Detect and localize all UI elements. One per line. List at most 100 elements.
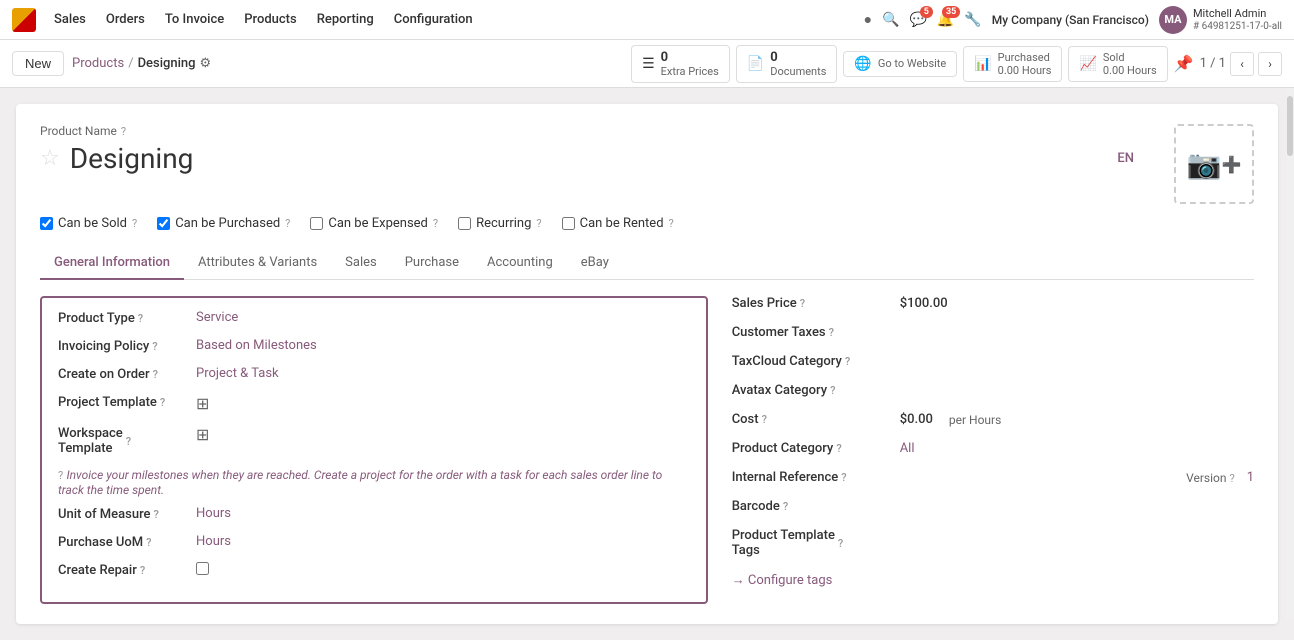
breadcrumb-products[interactable]: Products	[72, 56, 124, 71]
unit-of-measure-help-icon[interactable]: ?	[154, 508, 159, 521]
company-name: My Company (San Francisco)	[992, 13, 1149, 27]
invoicing-policy-row: Invoicing Policy ? Based on Milestones	[58, 338, 690, 354]
tab-accounting[interactable]: Accounting	[473, 247, 567, 280]
app-logo[interactable]	[12, 8, 36, 32]
product-category-row: Product Category ? All	[732, 441, 1254, 456]
tab-content: Product Type ? Service Invoicing Policy …	[40, 280, 1254, 604]
invoicing-policy-value[interactable]: Based on Milestones	[196, 338, 317, 353]
taxcloud-category-row: TaxCloud Category ?	[732, 354, 1254, 369]
purchase-uom-value[interactable]: Hours	[196, 534, 231, 549]
can-be-expensed-checkbox[interactable]: Can be Expensed ?	[310, 216, 438, 231]
cost-per-unit: per Hours	[949, 413, 1001, 427]
customer-taxes-help-icon[interactable]: ?	[829, 326, 834, 339]
go-to-website-label: Go to Website	[878, 57, 946, 70]
settings-gear-icon[interactable]: ⚙	[200, 56, 212, 71]
product-name-help-icon[interactable]: ?	[121, 125, 126, 138]
can-be-rented-checkbox[interactable]: Can be Rented ?	[562, 216, 674, 231]
can-be-purchased-checkbox[interactable]: Can be Purchased ?	[157, 216, 290, 231]
documents-button[interactable]: 📄 0 Documents	[736, 45, 838, 83]
search-icon[interactable]: 🔍	[882, 12, 899, 28]
settings-icon[interactable]: 🔧	[964, 12, 981, 28]
create-on-order-help-icon[interactable]: ?	[153, 368, 158, 381]
create-repair-help-icon[interactable]: ?	[140, 564, 145, 577]
breadcrumb: Products / Designing ⚙	[72, 56, 211, 71]
recurring-help-icon[interactable]: ?	[536, 217, 541, 230]
nav-configuration[interactable]: Configuration	[392, 12, 475, 27]
product-image[interactable]: 📷➕	[1174, 124, 1254, 204]
discuss-icon[interactable]: 💬5	[909, 12, 926, 28]
version-help-icon[interactable]: ?	[1229, 472, 1234, 485]
go-to-website-button[interactable]: 🌐 Go to Website	[843, 51, 957, 77]
product-title[interactable]: Designing	[70, 142, 194, 175]
barcode-label: Barcode ?	[732, 499, 892, 514]
configure-tags-link[interactable]: → Configure tags	[732, 572, 1254, 588]
extra-prices-button[interactable]: ☰ 0 Extra Prices	[631, 45, 730, 83]
internal-reference-help-icon[interactable]: ?	[841, 471, 846, 484]
product-template-tags-row: Product TemplateTags ?	[732, 528, 1254, 558]
can-be-sold-checkbox[interactable]: Can be Sold ?	[40, 216, 137, 231]
workspace-template-help-icon[interactable]: ?	[126, 435, 131, 448]
recurring-checkbox[interactable]: Recurring ?	[458, 216, 542, 231]
tab-purchase[interactable]: Purchase	[391, 247, 473, 280]
avatax-category-help-icon[interactable]: ?	[830, 384, 835, 397]
taxcloud-category-help-icon[interactable]: ?	[845, 355, 850, 368]
product-type-value[interactable]: Service	[196, 310, 238, 325]
can-be-rented-help-icon[interactable]: ?	[669, 217, 674, 230]
bell-icon[interactable]: 🔔35	[937, 12, 954, 28]
create-on-order-label: Create on Order ?	[58, 366, 188, 382]
create-repair-checkbox[interactable]	[196, 562, 209, 575]
product-header-left: Product Name ? ☆ Designing EN	[40, 124, 1174, 175]
avatax-category-label: Avatax Category ?	[732, 383, 892, 398]
purchase-uom-help-icon[interactable]: ?	[146, 536, 151, 549]
unit-of-measure-label: Unit of Measure ?	[58, 506, 188, 522]
nav-orders[interactable]: Orders	[104, 12, 147, 27]
tab-general-information[interactable]: General Information	[40, 247, 184, 280]
can-be-purchased-help-icon[interactable]: ?	[285, 217, 290, 230]
new-button[interactable]: New	[12, 51, 64, 76]
unit-of-measure-value[interactable]: Hours	[196, 506, 231, 521]
nav-products[interactable]: Products	[242, 12, 298, 27]
product-template-tags-help-icon[interactable]: ?	[838, 537, 843, 550]
bell-badge: 35	[942, 6, 960, 18]
pin-icon[interactable]: 📌	[1174, 54, 1194, 73]
tab-attributes-variants[interactable]: Attributes & Variants	[184, 247, 331, 280]
nav-to-invoice[interactable]: To Invoice	[163, 12, 226, 27]
pager-prev-button[interactable]: ‹	[1230, 52, 1254, 76]
favorite-star-icon[interactable]: ☆	[40, 146, 60, 171]
inline-help-icon[interactable]: ?	[58, 469, 63, 482]
barcode-help-icon[interactable]: ?	[783, 500, 788, 513]
can-be-sold-help-icon[interactable]: ?	[132, 217, 137, 230]
scrollbar[interactable]	[1286, 88, 1294, 620]
tab-sales[interactable]: Sales	[331, 247, 391, 280]
documents-count: 0	[770, 50, 826, 65]
cost-value[interactable]: $0.00	[900, 412, 933, 427]
pager-next-button[interactable]: ›	[1258, 52, 1282, 76]
purchased-button[interactable]: 📊 Purchased 0.00 Hours	[963, 46, 1062, 82]
create-on-order-value[interactable]: Project & Task	[196, 366, 279, 381]
project-template-icon[interactable]: ⊞	[196, 394, 209, 413]
tab-ebay[interactable]: eBay	[567, 247, 623, 280]
workspace-template-icon[interactable]: ⊞	[196, 425, 209, 444]
language-badge[interactable]: EN	[1117, 151, 1134, 166]
user-avatar[interactable]: MA	[1159, 6, 1187, 34]
product-type-help-icon[interactable]: ?	[138, 312, 143, 325]
nav-reporting[interactable]: Reporting	[315, 12, 376, 27]
can-be-expensed-help-icon[interactable]: ?	[433, 217, 438, 230]
sales-price-help-icon[interactable]: ?	[800, 297, 805, 310]
product-category-value[interactable]: All	[900, 441, 915, 456]
sold-button[interactable]: 📈 Sold 0.00 Hours	[1068, 46, 1167, 82]
cost-help-icon[interactable]: ?	[762, 413, 767, 426]
barcode-row: Barcode ?	[732, 499, 1254, 514]
product-name-label: Product Name ?	[40, 124, 1174, 138]
sales-price-value[interactable]: $100.00	[900, 296, 948, 311]
documents-label: Documents	[770, 65, 826, 78]
version-value[interactable]: 1	[1247, 470, 1254, 485]
unit-of-measure-row: Unit of Measure ? Hours	[58, 506, 690, 522]
invoicing-policy-help-icon[interactable]: ?	[152, 340, 157, 353]
product-category-help-icon[interactable]: ?	[836, 442, 841, 455]
nav-sales[interactable]: Sales	[52, 12, 88, 27]
activity-icon[interactable]: ●	[864, 11, 872, 28]
project-template-help-icon[interactable]: ?	[160, 396, 165, 409]
list-icon: ☰	[642, 56, 655, 72]
project-template-label: Project Template ?	[58, 394, 188, 410]
